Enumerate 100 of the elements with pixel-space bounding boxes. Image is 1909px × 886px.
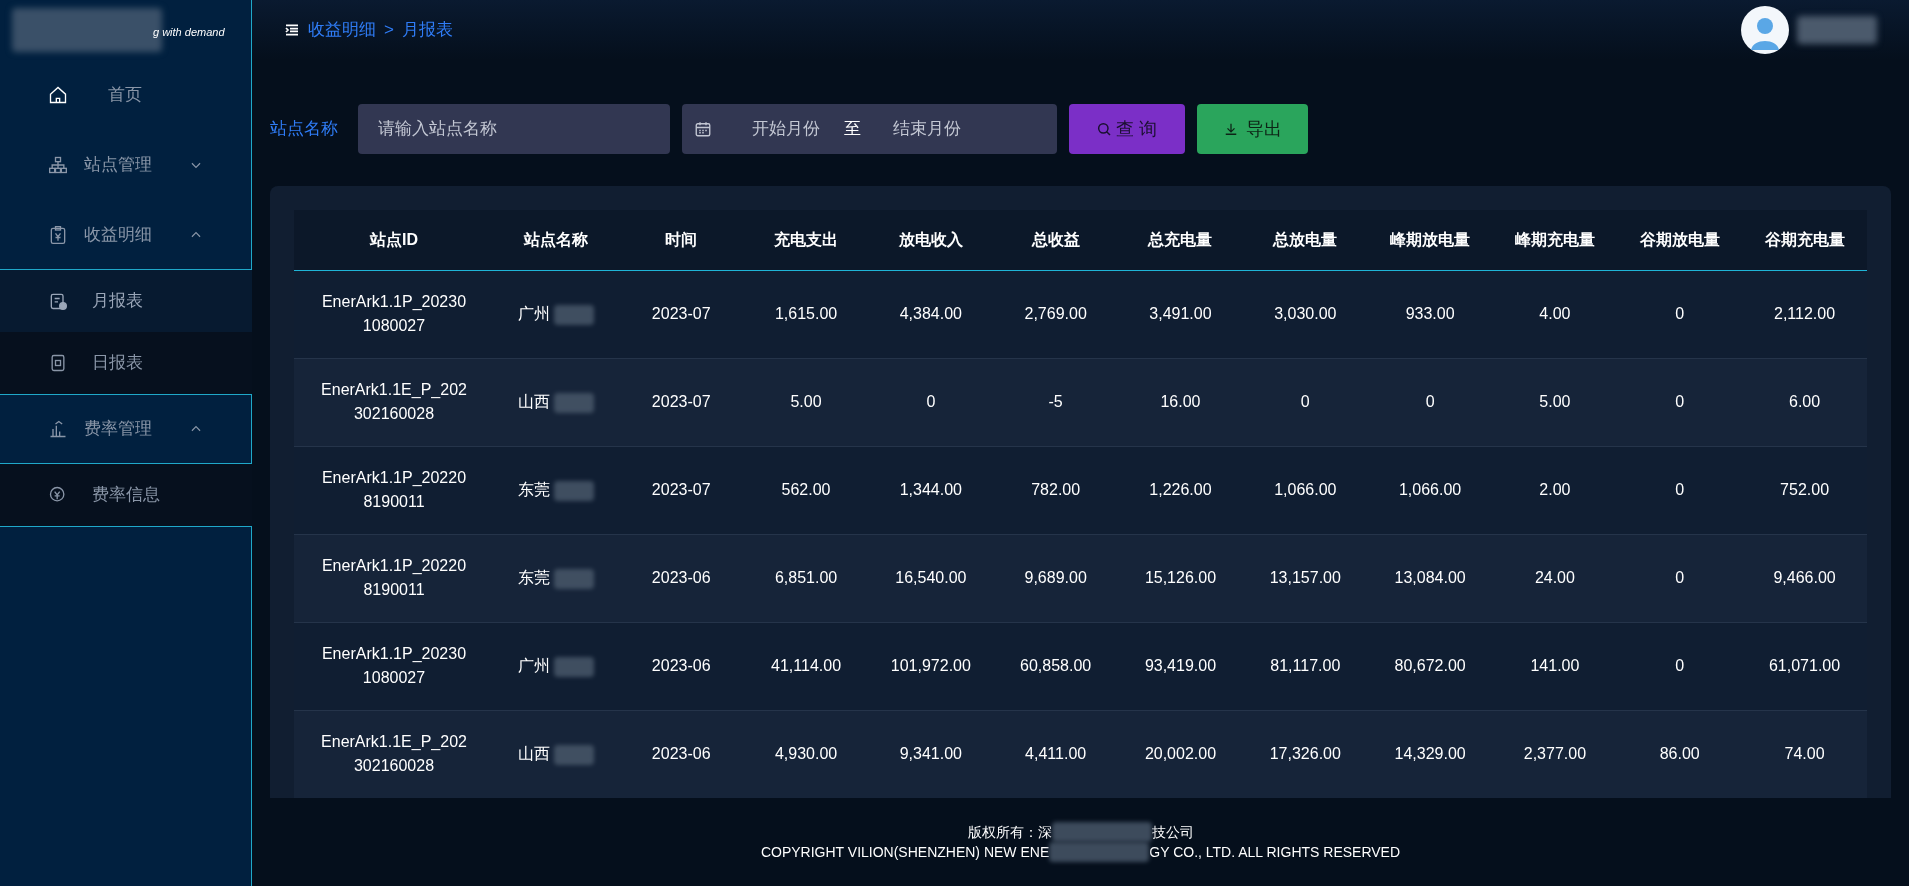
avatar[interactable] <box>1741 6 1789 54</box>
table-cell: 2,112.00 <box>1742 270 1867 358</box>
sidebar-item[interactable]: 费率管理 <box>0 394 252 464</box>
copyright-text: 技公司 <box>1151 823 1194 841</box>
breadcrumb-link[interactable]: 收益明细 <box>308 17 376 43</box>
table-cell: 5.00 <box>743 358 869 446</box>
table-cell: EnerArk1.1P_202208190011 <box>294 446 494 534</box>
logo-tagline: g with demand <box>153 25 225 40</box>
column-header: 放电收入 <box>868 210 994 270</box>
table-cell: 1,066.00 <box>1367 446 1493 534</box>
table-cell: 9,466.00 <box>1742 534 1867 622</box>
blurred-redaction <box>554 392 595 413</box>
breadcrumb-link[interactable]: 月报表 <box>401 17 453 43</box>
table-cell: 0 <box>1617 622 1743 710</box>
calendar-icon <box>48 291 68 311</box>
table-cell: EnerArk1.1P_202301080027 <box>294 622 494 710</box>
table-cell: 14,329.00 <box>1367 710 1493 798</box>
column-header: 总放电量 <box>1242 210 1368 270</box>
home-icon <box>48 85 68 105</box>
table-cell: 74.00 <box>1742 710 1867 798</box>
table-cell: 广州 <box>494 270 619 358</box>
month-range-field[interactable]: 开始月份 至 结束月份 <box>682 104 1057 154</box>
table-cell: 80,672.00 <box>1367 622 1493 710</box>
table-cell: 141.00 <box>1492 622 1618 710</box>
table-cell: 1,344.00 <box>868 446 994 534</box>
sitemap-icon <box>48 155 68 175</box>
table-cell: 13,084.00 <box>1367 534 1493 622</box>
table-cell: 6,851.00 <box>743 534 869 622</box>
menu-icon[interactable] <box>284 22 300 38</box>
column-header: 时间 <box>618 210 744 270</box>
table-cell: 0 <box>1617 534 1743 622</box>
table-cell: 562.00 <box>743 446 869 534</box>
table-cell: 广州 <box>494 622 619 710</box>
table-cell: 9,341.00 <box>868 710 994 798</box>
station-search-field[interactable]: 请输入站点名称 <box>358 104 670 154</box>
table-cell: 东莞 <box>494 534 619 622</box>
table-cell: 3,030.00 <box>1242 270 1368 358</box>
table-cell: 41,114.00 <box>743 622 869 710</box>
sidebar-item[interactable]: 站点管理 <box>0 130 252 200</box>
sidebar-item[interactable]: 收益明细 <box>0 200 252 270</box>
table-cell: 13,157.00 <box>1242 534 1368 622</box>
column-header: 充电支出 <box>743 210 869 270</box>
table-cell: 86.00 <box>1617 710 1743 798</box>
copyright-text: 版权所有：深 <box>967 823 1052 841</box>
download-icon <box>1223 122 1238 136</box>
submenu-item[interactable]: 月报表 <box>0 270 252 332</box>
table-cell: 24.00 <box>1492 534 1618 622</box>
table-cell: EnerArk1.1E_P_202302160028 <box>294 358 494 446</box>
copyright-text: COPYRIGHT VILION(SHENZHEN) NEW ENE <box>760 843 1050 861</box>
table-cell: 933.00 <box>1367 270 1493 358</box>
table-cell: 16,540.00 <box>868 534 994 622</box>
table-cell: 2023-07 <box>618 358 744 446</box>
table-cell: 15,126.00 <box>1118 534 1243 622</box>
column-header: 总收益 <box>993 210 1119 270</box>
table-cell: -5 <box>993 358 1119 446</box>
table-cell: 9,689.00 <box>993 534 1119 622</box>
table-cell: 东莞 <box>494 446 619 534</box>
sidebar-item[interactable]: 首页 <box>0 60 252 130</box>
blurred-redaction <box>554 744 595 765</box>
table-cell: 5.00 <box>1492 358 1618 446</box>
table-cell: 2023-06 <box>618 534 744 622</box>
table-cell: 0 <box>1367 358 1493 446</box>
calendar-icon <box>694 120 712 138</box>
blurred-redaction <box>554 656 595 677</box>
table-cell: EnerArk1.1P_202208190011 <box>294 534 494 622</box>
table-cell: 4.00 <box>1492 270 1618 358</box>
table-cell: 61,071.00 <box>1742 622 1867 710</box>
table-cell: 2023-07 <box>618 446 744 534</box>
column-header: 站点ID <box>294 210 494 270</box>
blurred-redaction <box>554 304 595 325</box>
table-cell: EnerArk1.1P_202301080027 <box>294 270 494 358</box>
table-cell: 4,384.00 <box>868 270 994 358</box>
export-button[interactable]: 导出 <box>1197 104 1308 154</box>
column-header: 峰期放电量 <box>1367 210 1493 270</box>
table-cell: 山西 <box>494 710 619 798</box>
table-cell: 3,491.00 <box>1118 270 1243 358</box>
table-cell: 2023-06 <box>618 622 744 710</box>
table-cell: 16.00 <box>1118 358 1243 446</box>
table-cell: 0 <box>1242 358 1368 446</box>
end-month-placeholder: 结束月份 <box>893 118 961 141</box>
column-header: 总充电量 <box>1118 210 1243 270</box>
table-cell: 1,066.00 <box>1242 446 1368 534</box>
table-cell: 2023-06 <box>618 710 744 798</box>
table-cell: 0 <box>1617 358 1743 446</box>
table-cell: 60,858.00 <box>993 622 1119 710</box>
table-cell: 2.00 <box>1492 446 1618 534</box>
table-cell: 1,226.00 <box>1118 446 1243 534</box>
blurred-redaction <box>554 568 595 589</box>
submenu-item[interactable]: 费率信息 <box>0 464 252 526</box>
copyright-text: GY CO., LTD. ALL RIGHTS RESERVED <box>1149 843 1401 861</box>
range-separator: 至 <box>844 118 861 141</box>
table-cell: 2,377.00 <box>1492 710 1618 798</box>
search-icon <box>1096 121 1113 137</box>
table-cell: 2023-07 <box>618 270 744 358</box>
blurred-redaction <box>554 480 595 501</box>
column-header: 峰期充电量 <box>1492 210 1618 270</box>
column-header: 站点名称 <box>494 210 619 270</box>
submenu-item[interactable]: 日报表 <box>0 332 252 394</box>
table-cell: 0 <box>1617 270 1743 358</box>
table-cell: 17,326.00 <box>1242 710 1368 798</box>
